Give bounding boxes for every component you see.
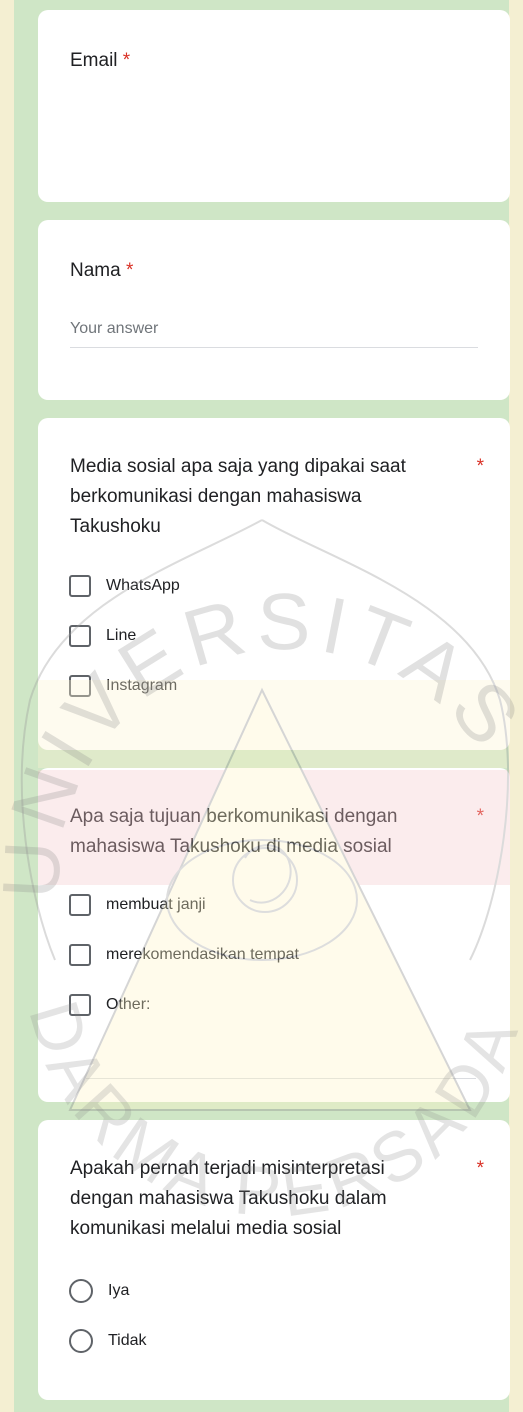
option-whatsapp[interactable]: WhatsApp — [69, 561, 478, 611]
checkbox[interactable] — [69, 625, 91, 647]
question-title: Nama * — [70, 256, 478, 286]
answer-underline — [70, 347, 478, 348]
option-iya[interactable]: Iya — [69, 1266, 478, 1316]
options-list: Iya Tidak — [69, 1266, 478, 1366]
options-list: membuat janji merekomendasikan tempat Ot… — [69, 880, 478, 1030]
question-card-tujuan: Apa saja tujuan berkomunikasi dengan mah… — [38, 768, 510, 1102]
checkbox[interactable] — [69, 675, 91, 697]
radio-button[interactable] — [69, 1329, 93, 1353]
option-tidak[interactable]: Tidak — [69, 1316, 478, 1366]
option-instagram[interactable]: Instagram — [69, 661, 478, 711]
checkbox[interactable] — [69, 994, 91, 1016]
question-header: Media sosial apa saja yang dipakai saat … — [70, 452, 484, 542]
required-asterisk: * — [476, 456, 484, 477]
option-label: Other: — [106, 996, 151, 1013]
option-label: Line — [106, 627, 137, 644]
option-other[interactable]: Other: — [69, 980, 478, 1030]
checkbox[interactable] — [69, 894, 91, 916]
required-asterisk: * — [125, 260, 134, 281]
option-merekomendasikan-tempat[interactable]: merekomendasikan tempat — [69, 930, 478, 980]
radio-button[interactable] — [69, 1279, 93, 1303]
question-label: Media sosial apa saja yang dipakai saat … — [70, 456, 406, 537]
required-asterisk: * — [476, 1158, 484, 1179]
option-line[interactable]: Line — [69, 611, 478, 661]
options-list: WhatsApp Line Instagram — [69, 561, 478, 711]
question-label: Apa saja tujuan berkomunikasi dengan mah… — [70, 806, 398, 857]
question-card-nama: Nama * Your answer — [38, 220, 510, 400]
option-label: Tidak — [108, 1332, 147, 1349]
background-strip-left — [0, 0, 14, 1412]
option-membuat-janji[interactable]: membuat janji — [69, 880, 478, 930]
question-card-misinterpretasi: Apakah pernah terjadi misinterpretasi de… — [38, 1120, 510, 1400]
question-label: Email — [70, 50, 118, 71]
question-title: Email * — [70, 46, 478, 76]
option-label: Instagram — [106, 677, 178, 694]
question-header: Apakah pernah terjadi misinterpretasi de… — [70, 1154, 484, 1244]
option-label: merekomendasikan tempat — [106, 946, 299, 963]
question-label: Apakah pernah terjadi misinterpretasi de… — [70, 1158, 387, 1239]
question-card-email: Email * — [38, 10, 510, 202]
background-strip-right — [509, 0, 523, 1412]
required-asterisk: * — [476, 806, 484, 827]
answer-input[interactable]: Your answer — [70, 320, 478, 338]
checkbox[interactable] — [69, 575, 91, 597]
question-header: Apa saja tujuan berkomunikasi dengan mah… — [70, 802, 484, 862]
other-text-input[interactable] — [86, 1078, 476, 1079]
question-label: Nama — [70, 260, 121, 281]
option-label: WhatsApp — [106, 577, 180, 594]
question-card-media-sosial: Media sosial apa saja yang dipakai saat … — [38, 418, 510, 750]
required-asterisk: * — [122, 50, 131, 71]
option-label: Iya — [108, 1282, 130, 1299]
option-label: membuat janji — [106, 896, 206, 913]
checkbox[interactable] — [69, 944, 91, 966]
